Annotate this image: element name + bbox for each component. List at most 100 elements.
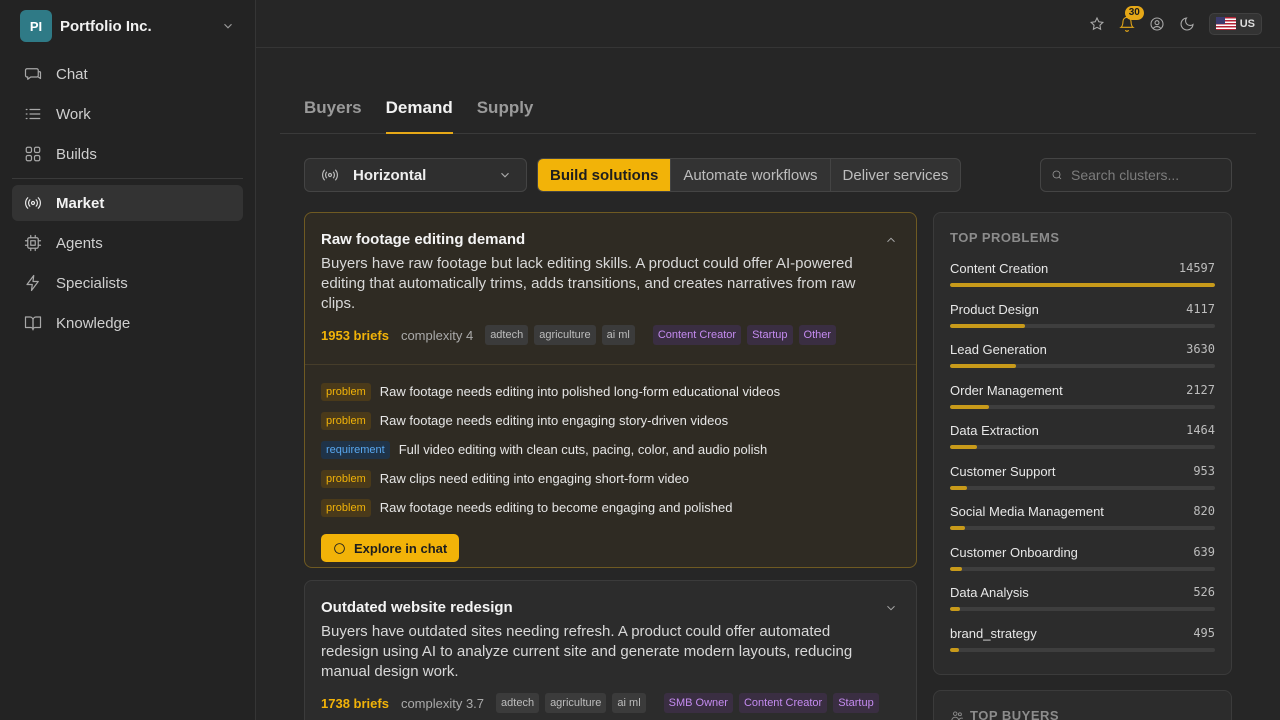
problem-row[interactable]: brand_strategy 495 [950, 626, 1215, 667]
industry-tag: agriculture [534, 325, 596, 345]
sidebar-item-agents[interactable]: Agents [12, 225, 243, 261]
complexity-score: complexity 3.7 [400, 695, 485, 711]
sidebar-nav: Chat Work Builds Market Agents Specialis… [0, 52, 255, 349]
favorite-button[interactable] [1089, 16, 1105, 32]
cluster-title: Outdated website redesign [321, 599, 513, 616]
problem-count: 639 [1193, 544, 1215, 559]
cluster-card[interactable]: Outdated website redesign Buyers have ou… [304, 580, 917, 720]
problem-bar [950, 526, 1215, 530]
complexity-score: complexity 4 [400, 327, 474, 343]
cpu-icon [24, 234, 42, 252]
tab-demand[interactable]: Demand [385, 88, 453, 134]
problem-row[interactable]: Data Analysis 526 [950, 585, 1215, 626]
panel-title: TOP PROBLEMS [950, 230, 1060, 245]
industry-tag: ai ml [601, 325, 635, 345]
problem-row[interactable]: Product Design 4117 [950, 302, 1215, 343]
sidebar-item-label: Builds [56, 145, 97, 163]
sidebar-item-market[interactable]: Market [12, 185, 243, 221]
problem-bar [950, 485, 1215, 490]
problem-count: 820 [1193, 504, 1215, 518]
locale-selector[interactable]: US [1208, 12, 1262, 35]
account-button[interactable] [1149, 16, 1165, 32]
search-icon [1052, 170, 1062, 180]
search-box [1040, 158, 1232, 192]
top-buyers-panel: TOP BUYERS [933, 690, 1232, 720]
industry-tag: adtech [485, 325, 529, 345]
persona-tag: SMB Owner [663, 693, 733, 713]
industry-tag: agriculture [545, 693, 607, 713]
sidebar-item-builds[interactable]: Builds [12, 136, 243, 172]
user-circle-icon [1150, 16, 1164, 31]
list-item: problem Raw clips need editing into enga… [321, 464, 900, 493]
sidebar-item-knowledge[interactable]: Knowledge [12, 305, 243, 341]
tab-supply[interactable]: Supply [477, 88, 534, 134]
list-item: problem Raw footage needs editing into e… [321, 406, 900, 435]
problem-bar-fill [950, 566, 962, 571]
problem-bar [950, 364, 1215, 368]
sidebar: PI Portfolio Inc. Chat Work Builds Marke… [0, 0, 256, 720]
problem-bar [950, 283, 1215, 287]
problem-count: 14597 [1178, 261, 1215, 275]
problem-row[interactable]: Content Creation 14597 [950, 261, 1215, 302]
problem-label: Content Creation [950, 261, 1049, 276]
item-type-badge: problem [321, 469, 371, 488]
problem-row[interactable]: Customer Support 953 [950, 464, 1215, 505]
problem-count: 953 [1193, 463, 1215, 478]
mode-segmented-control: Build solutions Automate workflows Deliv… [537, 158, 962, 192]
radio-icon [25, 197, 41, 209]
sidebar-item-label: Work [56, 105, 91, 123]
explore-label: Explore in chat [354, 540, 448, 556]
list-item: requirement Full video editing with clea… [321, 435, 900, 464]
tab-buyers[interactable]: Buyers [304, 88, 362, 134]
tab-bar: Buyers Demand Supply [280, 88, 1256, 134]
problem-row[interactable]: Data Extraction 1464 [950, 423, 1215, 464]
briefs-count: 1953 briefs [321, 327, 389, 343]
theme-toggle[interactable] [1179, 16, 1195, 32]
cluster-meta: 1953 briefs complexity 4 adtech agricult… [321, 324, 900, 346]
problem-row[interactable]: Order Management 2127 [950, 383, 1215, 424]
org-switcher[interactable]: PI Portfolio Inc. [0, 0, 255, 52]
grid-icon [25, 146, 41, 162]
item-text: Raw footage needs editing into engaging … [379, 413, 729, 428]
sidebar-item-specialists[interactable]: Specialists [12, 265, 243, 301]
explore-in-chat-button[interactable]: Explore in chat [321, 534, 460, 562]
category-select[interactable]: Horizontal [304, 158, 527, 192]
industry-tag: adtech [496, 693, 540, 713]
problem-row[interactable]: Social Media Management 820 [950, 504, 1215, 545]
org-name: Portfolio Inc. [60, 17, 152, 35]
sidebar-item-label: Market [56, 194, 105, 212]
sidebar-item-label: Agents [56, 234, 103, 252]
filter-bar: Horizontal Build solutions Automate work… [304, 158, 1232, 192]
persona-tag: Content Creator [738, 693, 828, 713]
problem-row[interactable]: Lead Generation 3630 [950, 342, 1215, 383]
problem-bar-fill [950, 323, 1025, 328]
cluster-card[interactable]: Raw footage editing demand Buyers have r… [304, 212, 917, 568]
problem-bar-fill [950, 445, 977, 449]
segment-deliver-services[interactable]: Deliver services [829, 159, 961, 191]
item-text: Raw clips need editing into engaging sho… [379, 471, 690, 486]
problem-bar [950, 404, 1215, 409]
problem-row[interactable]: Customer Onboarding 639 [950, 545, 1215, 586]
notifications-button[interactable]: 30 [1118, 5, 1144, 32]
problem-count: 495 [1193, 625, 1215, 640]
problem-bar [950, 445, 1215, 449]
chevron-up-icon[interactable] [884, 233, 898, 247]
problem-bar [950, 647, 1215, 652]
main-content: 30 US Buyers Demand Supply Horizontal Bu… [256, 0, 1280, 720]
item-text: Raw footage needs editing to become enga… [379, 500, 733, 515]
search-input[interactable] [1071, 167, 1221, 183]
cluster-items: problem Raw footage needs editing into p… [305, 364, 916, 562]
chevron-down-icon[interactable] [884, 601, 898, 615]
problem-label: Customer Support [950, 463, 1056, 479]
chat-bubble-icon [334, 542, 345, 554]
list-icon [25, 108, 41, 120]
sidebar-item-chat[interactable]: Chat [12, 56, 243, 92]
segment-automate-workflows[interactable]: Automate workflows [670, 159, 829, 191]
sidebar-item-label: Specialists [56, 274, 128, 292]
problem-label: Customer Onboarding [950, 544, 1078, 560]
persona-tag: Startup [747, 325, 793, 345]
locale-label: US [1239, 17, 1255, 30]
problem-bar-fill [950, 647, 959, 652]
segment-build-solutions[interactable]: Build solutions [538, 159, 671, 191]
sidebar-item-work[interactable]: Work [12, 96, 243, 132]
